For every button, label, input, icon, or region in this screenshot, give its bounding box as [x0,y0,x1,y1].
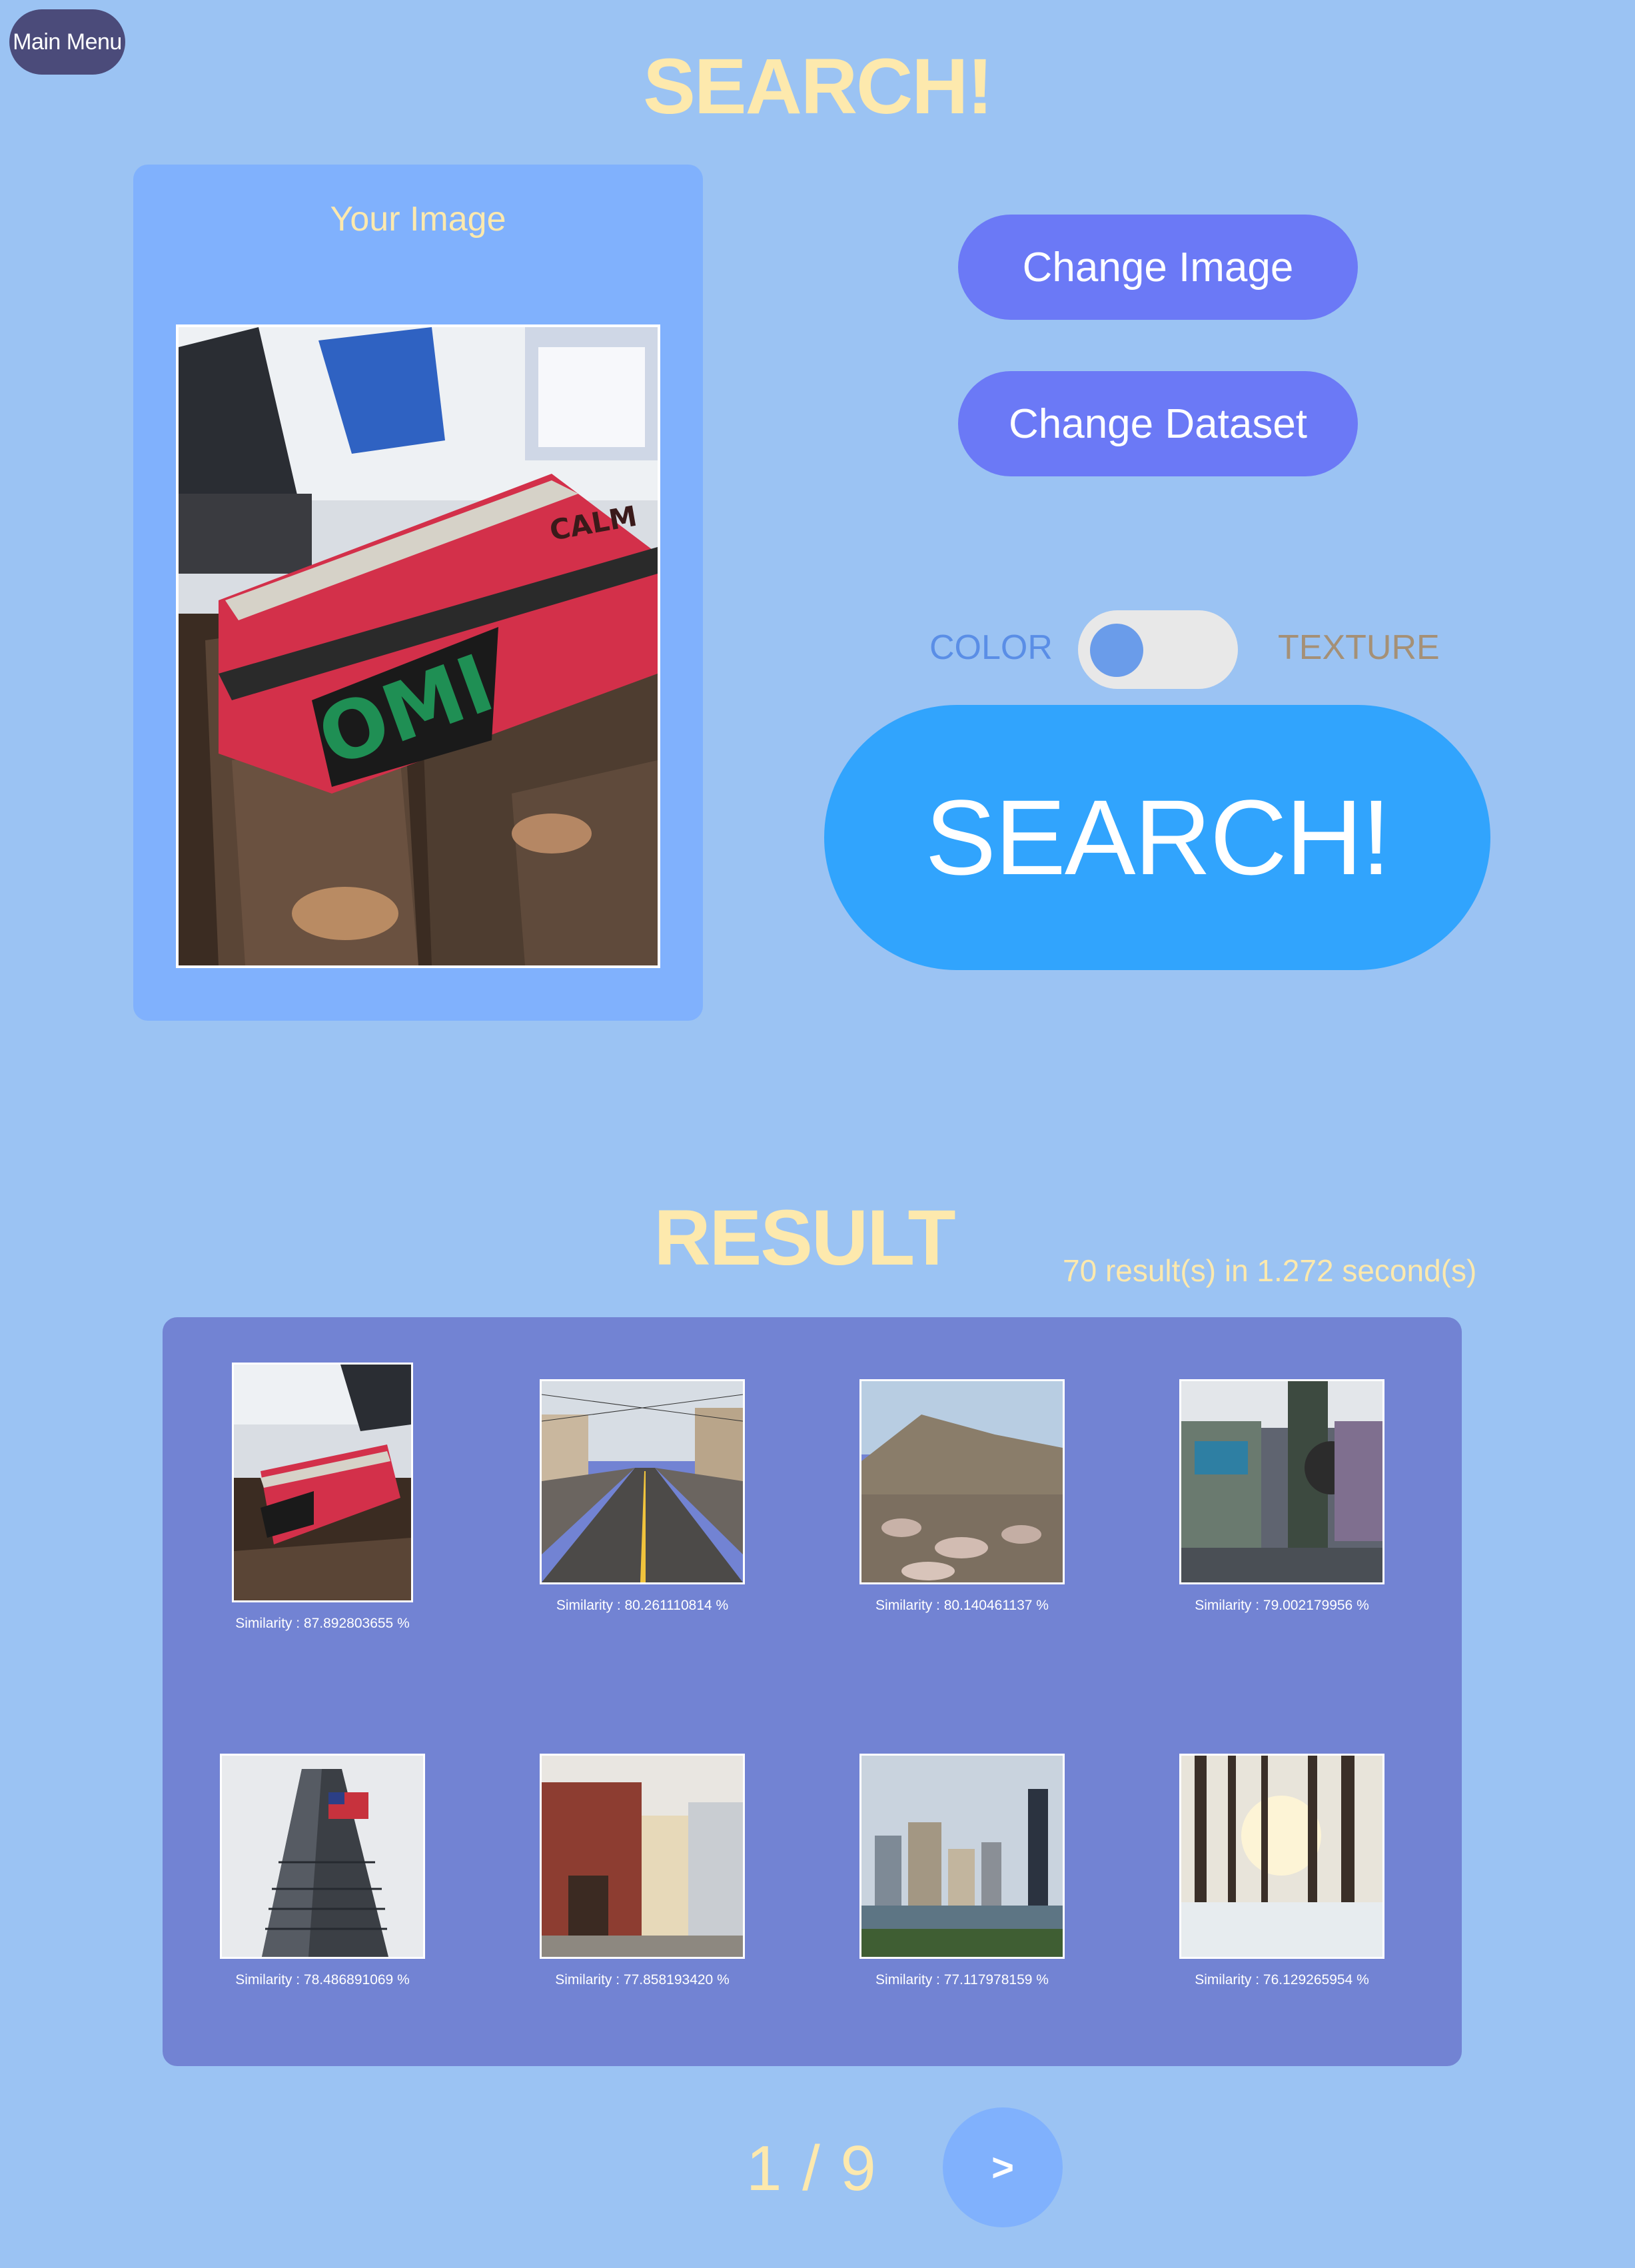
similarity-label: Similarity : 77.858193420 % [555,1972,730,1987]
color-texture-switch[interactable] [1078,610,1238,689]
search-page: Main Menu SEARCH! Your Image OMI CALM Ch… [0,0,1635,2268]
result-thumbnail[interactable] [859,1754,1065,1959]
similarity-label: Similarity : 77.117978159 % [875,1972,1049,1987]
result-thumbnail[interactable] [540,1754,745,1959]
similarity-label: Similarity : 76.129265954 % [1195,1972,1369,1987]
color-label: COLOR [929,628,1053,667]
result-thumbnail[interactable] [1179,1754,1384,1959]
next-page-button[interactable]: > [943,2107,1063,2227]
result-thumbnail[interactable] [220,1754,425,1959]
similarity-label: Similarity : 87.892803655 % [235,1616,410,1631]
results-grid: Similarity : 87.892803655 % Similarity :… [163,1317,1462,2066]
page-indicator: 1 / 9 [746,2133,877,2204]
result-summary: 70 result(s) in 1.272 second(s) [1063,1253,1477,1288]
result-thumbnail[interactable] [232,1363,413,1602]
similarity-label: Similarity : 78.486891069 % [235,1972,410,1987]
result-thumbnail[interactable] [540,1379,745,1584]
query-image-panel: Your Image OMI CALM [133,165,703,1021]
similarity-label: Similarity : 80.140461137 % [875,1598,1049,1613]
color-texture-toggle-row: COLOR TEXTURE [919,608,1452,690]
query-panel-title: Your Image [330,200,506,239]
similarity-label: Similarity : 79.002179956 % [1195,1598,1369,1613]
search-button[interactable]: SEARCH! [824,705,1490,970]
result-thumbnail[interactable] [1179,1379,1384,1584]
change-dataset-button[interactable]: Change Dataset [958,371,1358,476]
query-image: OMI CALM [176,324,660,968]
result-thumbnail[interactable] [859,1379,1065,1584]
change-image-button[interactable]: Change Image [958,215,1358,320]
switch-knob[interactable] [1090,624,1143,677]
similarity-label: Similarity : 80.261110814 % [556,1598,729,1613]
page-title: SEARCH! [643,43,993,131]
texture-label: TEXTURE [1278,628,1440,667]
